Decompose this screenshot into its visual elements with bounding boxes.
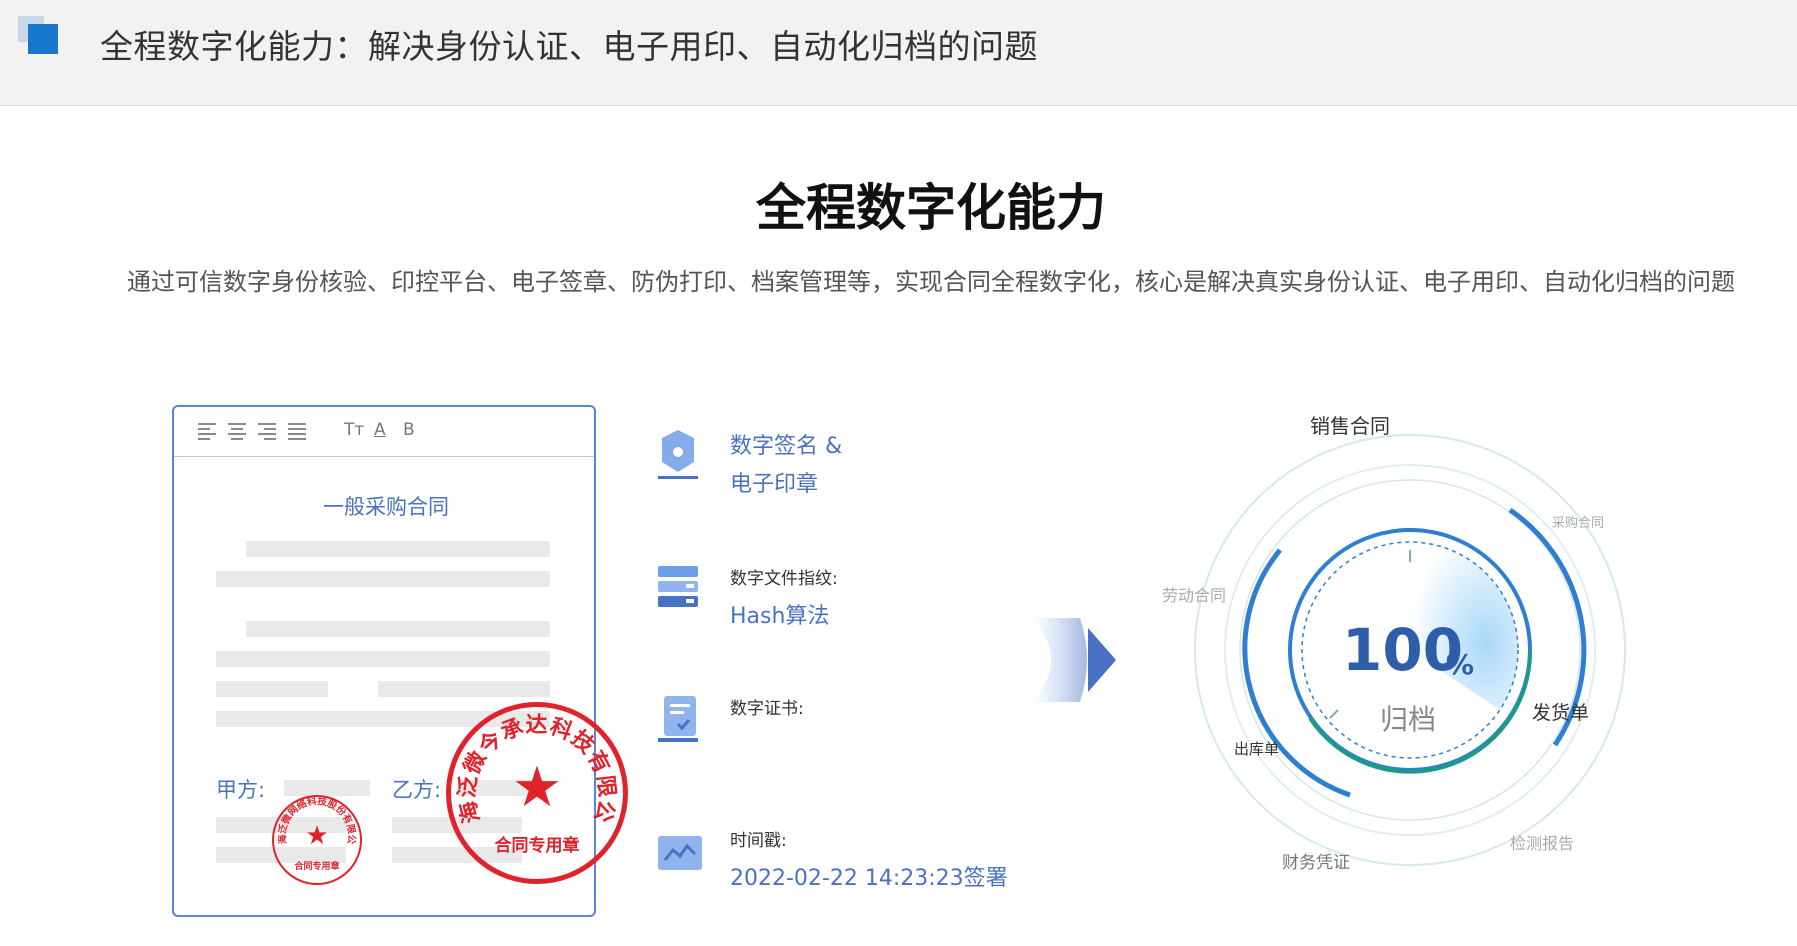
header-title: 全程数字化能力：解决身份认证、电子用印、自动化归档的问题 (100, 27, 1038, 66)
party-a-label: 甲方: (216, 778, 266, 802)
certificate-icon (656, 694, 700, 748)
party-b-label: 乙方: (392, 778, 442, 802)
text-placeholder-line (246, 621, 550, 637)
logo-icon (18, 16, 60, 56)
archive-label-purchase-contract: 采购合同 (1552, 516, 1605, 531)
feature-timestamp-value: 2022-02-22 14:23:23签署 (730, 866, 1008, 891)
feature-fingerprint-value: Hash算法 (730, 604, 830, 629)
document-title: 一般采购合同 (323, 495, 449, 519)
archive-label-sales-contract: 销售合同 (1310, 414, 1390, 438)
seal-star-icon: ★ (511, 755, 563, 820)
align-right-icon[interactable] (258, 423, 276, 440)
party-a-value-line (284, 780, 370, 796)
font-size-button[interactable]: Tт (344, 420, 364, 440)
company-seal-large: 上海泛微今承达科技有限公司 ★ 合同专用章 (446, 702, 628, 884)
seal-small-foot: 合同专用章 (294, 862, 340, 872)
top-header: 全程数字化能力：解决身份认证、电子用印、自动化归档的问题 (0, 0, 1797, 106)
archive-label-outbound-order: 出库单 (1234, 740, 1280, 758)
text-placeholder-line (216, 571, 550, 587)
text-placeholder-line (378, 681, 550, 697)
arrow-right-icon (1030, 610, 1120, 714)
text-placeholder-line (216, 651, 550, 667)
archive-label-delivery-note: 发货单 (1532, 702, 1590, 724)
feature-signature-label: 数字签名 & (730, 434, 843, 459)
feature-certificate-label: 数字证书: (730, 699, 804, 719)
feature-timestamp-label: 时间戳: (730, 831, 787, 851)
seal-large-foot: 合同专用章 (494, 836, 580, 856)
align-center-icon[interactable] (228, 423, 246, 440)
align-left-icon[interactable] (198, 423, 216, 440)
archive-center-label: 归档 (1380, 703, 1437, 736)
archive-label-labor-contract: 劳动合同 (1162, 586, 1227, 605)
font-color-button[interactable]: A (374, 420, 386, 440)
archive-percent-sign: % (1446, 648, 1475, 681)
fingerprint-server-icon (656, 564, 700, 614)
archive-ring: 销售合同 采购合同 劳动合同 发货单 出库单 财务凭证 检测报告 100 % 归… (1162, 414, 1640, 880)
company-seal-small: 上海泛微网络科技股份有限公司 ★ 合同专用章 (272, 795, 362, 885)
bold-button[interactable]: B (403, 420, 415, 440)
archive-label-financial-voucher: 财务凭证 (1282, 853, 1350, 873)
text-placeholder-line (246, 541, 550, 557)
feature-signature-value: 电子印章 (730, 472, 819, 497)
archive-percent-value: 100 (1342, 616, 1464, 684)
align-justify-icon[interactable] (288, 423, 306, 440)
editor-toolbar: Tт A B (174, 407, 594, 457)
page-subtitle: 通过可信数字身份核验、印控平台、电子签章、防伪打印、档案管理等，实现合同全程数字… (127, 268, 1735, 296)
archive-label-test-report: 检测报告 (1510, 834, 1575, 853)
seal-star-icon: ★ (305, 821, 329, 851)
text-placeholder-line (216, 681, 328, 697)
feature-fingerprint-label: 数字文件指纹: (730, 569, 838, 589)
pen-nib-icon (656, 428, 700, 484)
page-title: 全程数字化能力 (756, 179, 1106, 237)
timestamp-icon (656, 834, 704, 878)
